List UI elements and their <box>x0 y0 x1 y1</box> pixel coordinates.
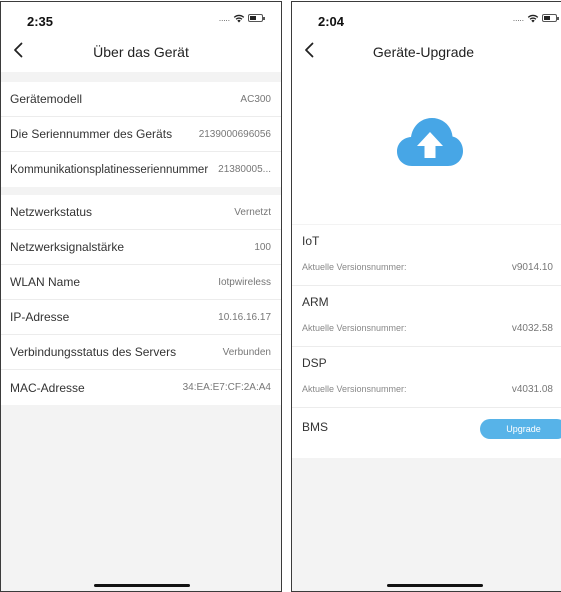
navigation-bar: Geräte-Upgrade <box>292 30 561 72</box>
row-value: 2139000696056 <box>198 128 271 140</box>
version-value: v9014.10 <box>511 262 553 273</box>
row-label: Verbindungsstatus des Servers <box>10 345 177 359</box>
upgrade-hero <box>292 72 561 224</box>
version-item-arm: ARM Aktuelle Versionsnummer: v4032.58 <box>292 286 561 347</box>
version-value: v4032.58 <box>511 323 553 334</box>
row-value: Vernetzt <box>234 206 271 218</box>
row-value: Verbunden <box>222 346 271 358</box>
network-info-group: Netzwerkstatus Vernetzt Netzwerksignalst… <box>1 195 281 405</box>
status-bar: 2:04 ..... <box>292 2 561 30</box>
version-value: v4031.08 <box>511 384 553 395</box>
row-label: Kommunikationsplatinesseriennummer <box>10 163 209 176</box>
version-item-bms: BMS Upgrade <box>292 408 561 458</box>
page-title: Geräte-Upgrade <box>372 44 475 60</box>
wifi-icon <box>233 14 245 23</box>
upgrade-button[interactable]: Upgrade <box>480 419 561 439</box>
list-item: WLAN Name Iotpwireless <box>1 265 281 300</box>
list-item: IP-Adresse 10.16.16.17 <box>1 300 281 335</box>
status-bar: 2:35 ..... <box>1 2 281 30</box>
version-label: Aktuelle Versionsnummer: <box>302 262 407 272</box>
cloud-upload-icon <box>397 118 463 166</box>
status-icons: ..... <box>218 13 265 23</box>
page-title: Über das Gerät <box>93 44 189 60</box>
row-value: Iotpwireless <box>218 276 271 288</box>
row-value: 21380005... <box>218 164 271 175</box>
module-name: DSP <box>302 356 327 370</box>
list-item: Netzwerksignalstärke 100 <box>1 230 281 265</box>
list-item: Netzwerkstatus Vernetzt <box>1 195 281 230</box>
row-value: 34:EA:E7:CF:2A:A4 <box>182 382 271 393</box>
signal-dots-icon: ..... <box>512 13 524 23</box>
version-label: Aktuelle Versionsnummer: <box>302 323 407 333</box>
row-label: IP-Adresse <box>10 310 70 324</box>
device-info-screen: 2:35 ..... Über das Gerät Gerätemodell A… <box>0 1 282 592</box>
row-value: 10.16.16.17 <box>218 311 271 323</box>
list-item: Kommunikationsplatinesseriennummer 21380… <box>1 152 281 187</box>
list-item: MAC-Adresse 34:EA:E7:CF:2A:A4 <box>1 370 281 405</box>
module-name: ARM <box>302 295 329 309</box>
row-value: 100 <box>254 241 271 253</box>
list-item: Verbindungsstatus des Servers Verbunden <box>1 335 281 370</box>
status-icons: ..... <box>512 13 559 23</box>
row-label: Netzwerkstatus <box>10 205 93 219</box>
row-label: MAC-Adresse <box>10 380 85 395</box>
battery-icon <box>248 14 265 22</box>
device-upgrade-screen: 2:04 ..... Geräte-Upgrade IoT Aktuelle V… <box>291 1 561 592</box>
row-label: WLAN Name <box>10 275 81 289</box>
row-label: Die Seriennummer des Geräts <box>10 127 173 141</box>
row-label: Gerätemodell <box>10 92 83 106</box>
status-time: 2:35 <box>27 14 54 29</box>
version-item-iot: IoT Aktuelle Versionsnummer: v9014.10 <box>292 225 561 286</box>
list-item: Gerätemodell AC300 <box>1 82 281 117</box>
version-list: IoT Aktuelle Versionsnummer: v9014.10 AR… <box>292 225 561 458</box>
row-label: Netzwerksignalstärke <box>10 240 125 254</box>
signal-dots-icon: ..... <box>218 13 230 23</box>
list-item: Die Seriennummer des Geräts 213900069605… <box>1 117 281 152</box>
home-indicator <box>94 584 190 587</box>
status-time: 2:04 <box>318 14 345 29</box>
module-name: IoT <box>302 234 320 248</box>
version-label: Aktuelle Versionsnummer: <box>302 384 407 394</box>
device-info-group: Gerätemodell AC300 Die Seriennummer des … <box>1 82 281 187</box>
wifi-icon <box>527 14 539 23</box>
navigation-bar: Über das Gerät <box>1 30 281 72</box>
battery-icon <box>542 14 559 22</box>
row-value: AC300 <box>240 93 271 105</box>
version-item-dsp: DSP Aktuelle Versionsnummer: v4031.08 <box>292 347 561 408</box>
home-indicator <box>387 584 483 587</box>
